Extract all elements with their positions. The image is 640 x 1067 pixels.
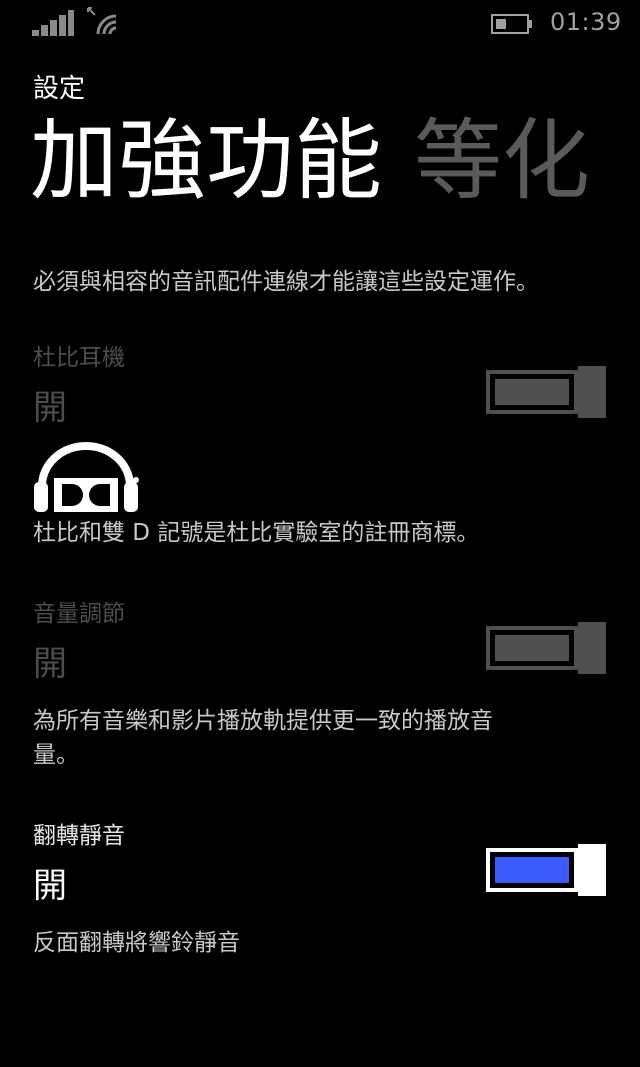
- volume-leveling-toggle[interactable]: [486, 622, 606, 674]
- flip-to-mute-toggle[interactable]: [486, 844, 606, 896]
- intro-text: 必須與相容的音訊配件連線才能讓這些設定運作。: [33, 269, 539, 295]
- battery-icon: [491, 14, 532, 34]
- dolby-toggle[interactable]: [486, 366, 606, 418]
- volume-leveling-description-line1: 為所有音樂和影片播放軌提供更一致的播放音: [33, 708, 493, 734]
- volume-leveling-value: 開: [33, 644, 67, 684]
- wifi-icon: [87, 7, 117, 35]
- flip-to-mute-value: 開: [33, 866, 67, 906]
- app-title: 設定: [33, 74, 86, 104]
- flip-to-mute-label: 翻轉靜音: [33, 823, 125, 849]
- settings-screen: 01:39 設定 加強功能 等化 必須與相容的音訊配件連線才能讓這些設定運作。 杜…: [0, 0, 640, 1067]
- pivot-item-enhancements[interactable]: 加強功能: [30, 109, 382, 212]
- volume-leveling-description-line2: 量。: [33, 742, 79, 768]
- volume-leveling-description: 為所有音樂和影片播放軌提供更一致的播放音 量。: [33, 704, 493, 772]
- dolby-label: 杜比耳機: [33, 345, 125, 371]
- pivot-header: 加強功能 等化: [30, 106, 590, 216]
- status-bar: 01:39: [0, 0, 640, 46]
- flip-to-mute-description: 反面翻轉將響鈴靜音: [33, 930, 240, 956]
- clock: 01:39: [550, 8, 622, 36]
- signal-icon: [32, 10, 74, 36]
- pivot-item-equalizer[interactable]: 等化: [414, 109, 590, 212]
- volume-leveling-label: 音量調節: [33, 601, 125, 627]
- dolby-trademark-text: 杜比和雙 D 記號是杜比實驗室的註冊商標。: [33, 520, 480, 546]
- dolby-headphone-logo-icon: [34, 442, 139, 512]
- dolby-value: 開: [33, 388, 67, 428]
